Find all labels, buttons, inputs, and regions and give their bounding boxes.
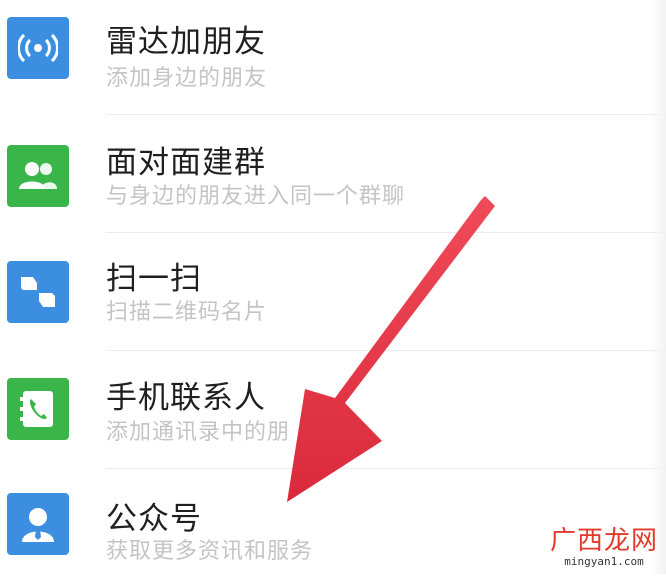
scan-icon-box [7, 261, 69, 323]
watermark-url: mingyan1.com [564, 555, 644, 568]
list-item-scan[interactable]: 扫一扫 扫描二维码名片 [0, 233, 666, 350]
list-item-face-to-face-group[interactable]: 面对面建群 与身边的朋友进入同一个群聊 [0, 115, 666, 232]
phone-contacts-icon [20, 391, 53, 427]
phone-contacts-icon-box [7, 378, 69, 440]
radar-icon-box [7, 17, 69, 79]
item-title: 扫一扫 [106, 261, 202, 297]
item-subtitle: 扫描二维码名片 [106, 300, 268, 325]
item-subtitle: 与身边的朋友进入同一个群聊 [106, 184, 406, 209]
group-people-icon-box [7, 145, 69, 207]
scan-icon [21, 277, 55, 307]
item-subtitle: 获取更多资讯和服务 [106, 539, 314, 564]
watermark-title: 广西龙网 [549, 526, 658, 556]
item-subtitle: 添加身边的朋友 [106, 66, 268, 91]
add-friends-screen: 雷达加朋友 添加身边的朋友 面对面建群 与身边的朋友进入同一个群聊 扫一扫 扫描… [0, 0, 666, 586]
item-title: 面对面建群 [106, 145, 266, 181]
item-subtitle: 添加通讯录中的朋 [106, 420, 291, 445]
group-people-icon [19, 162, 57, 189]
official-account-icon [22, 508, 54, 542]
item-title: 雷达加朋友 [106, 24, 266, 60]
item-title: 手机联系人 [106, 380, 266, 416]
list-item-phone-contacts[interactable]: 手机联系人 添加通讯录中的朋 [0, 351, 666, 468]
watermark: 广西龙网 mingyan1.com [550, 526, 658, 568]
official-account-icon-box [7, 493, 69, 555]
radar-icon [18, 33, 58, 63]
list-item-radar-add-friends[interactable]: 雷达加朋友 添加身边的朋友 [0, 0, 666, 105]
item-title: 公众号 [106, 501, 202, 537]
screen-edge-shadow [650, 0, 666, 574]
